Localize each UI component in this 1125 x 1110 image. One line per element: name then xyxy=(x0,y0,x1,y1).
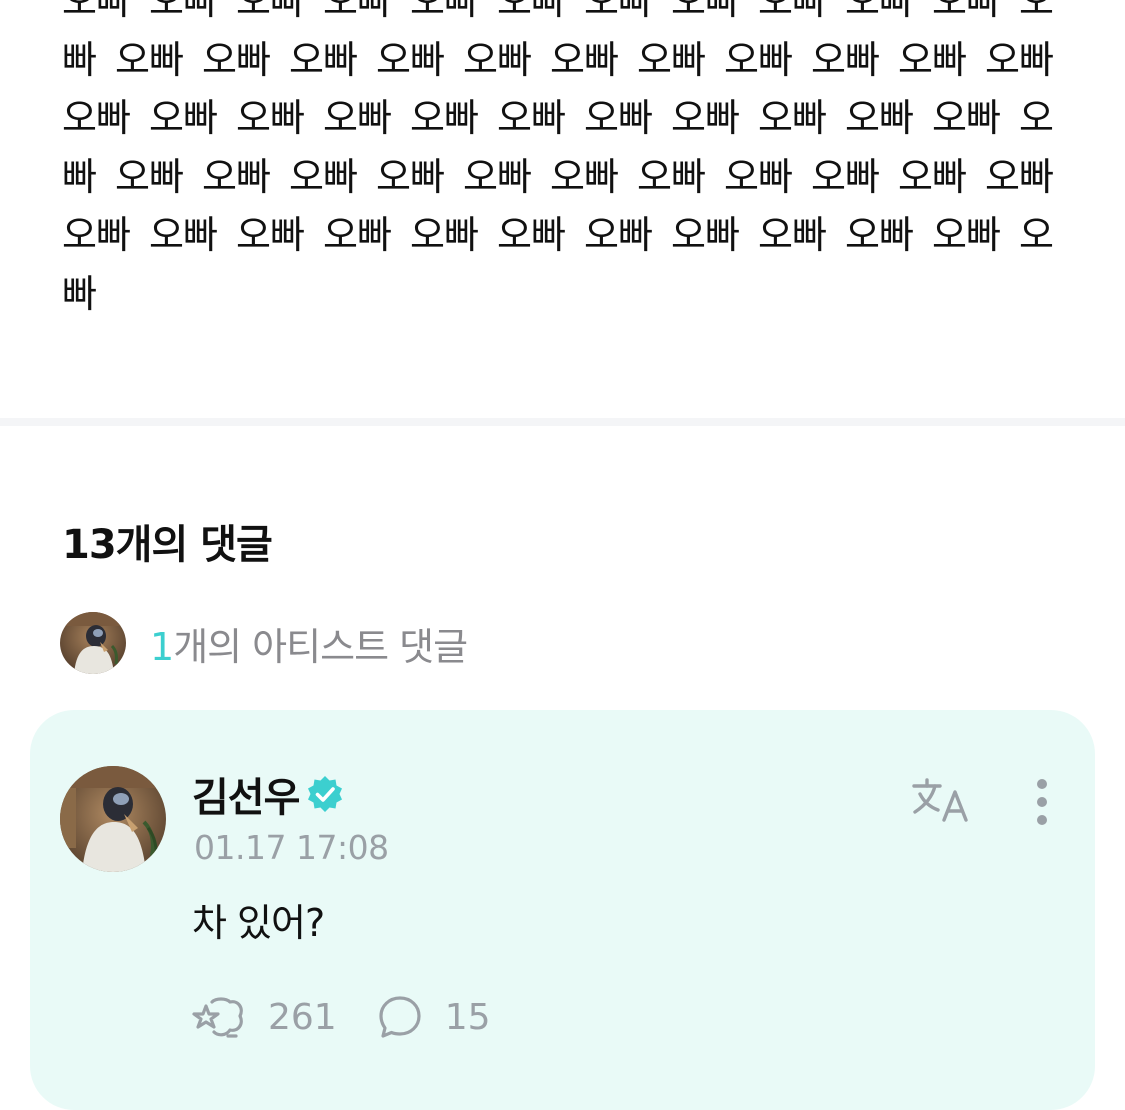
reply-count: 15 xyxy=(444,996,491,1038)
artist-comments-count: 1 xyxy=(150,624,174,669)
like-reaction-icon xyxy=(192,997,243,1038)
post-body-text: 오빠 오빠 오빠 오빠 오빠 오빠 오빠 오빠 오빠 오빠 오빠 오빠 오빠 오… xyxy=(62,0,1054,316)
comment-stats: 261 15 xyxy=(192,994,531,1040)
section-divider xyxy=(0,418,1125,426)
reply-bubble-icon xyxy=(379,996,421,1038)
translate-icon[interactable] xyxy=(910,776,974,826)
artist-avatar xyxy=(60,612,126,674)
author-name[interactable]: 김선우 xyxy=(192,765,300,823)
artist-comment-card xyxy=(30,710,1095,1110)
verified-badge-icon xyxy=(308,776,343,812)
comment-text: 차 있어? xyxy=(192,901,325,945)
comments-count-title: 13개의 댓글 xyxy=(62,522,273,568)
artist-comments-summary[interactable]: 1개의 아티스트 댓글 xyxy=(60,612,468,674)
comment-timestamp: 01.17 17:08 xyxy=(194,828,389,867)
more-vertical-icon[interactable] xyxy=(1028,776,1056,828)
reply-button[interactable]: 15 xyxy=(377,994,491,1040)
artist-comments-text: 개의 아티스트 댓글 xyxy=(173,624,468,669)
avatar[interactable] xyxy=(60,766,166,872)
like-button[interactable]: 261 xyxy=(192,994,337,1040)
comment-avatar-container[interactable] xyxy=(60,766,166,872)
artist-comments-label: 1개의 아티스트 댓글 xyxy=(150,616,468,671)
like-count: 261 xyxy=(268,996,337,1038)
comment-author[interactable]: 김선우 xyxy=(192,765,345,823)
